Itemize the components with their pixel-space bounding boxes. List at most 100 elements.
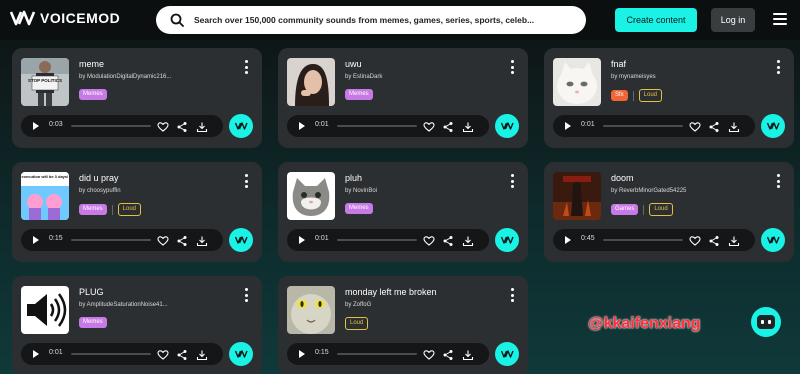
share-icon[interactable]	[708, 234, 720, 246]
share-icon[interactable]	[176, 120, 188, 132]
more-options-icon[interactable]	[776, 60, 780, 74]
play-in-voicemod-button[interactable]	[229, 114, 253, 138]
heart-icon[interactable]	[157, 120, 169, 132]
doom-cover-image[interactable]	[553, 172, 601, 220]
progress-track[interactable]	[71, 125, 151, 127]
search-input[interactable]	[194, 15, 584, 25]
sound-card[interactable]: STOP POLITICS meme by ModulationDigitalD…	[12, 48, 262, 148]
sound-title[interactable]: did u pray	[79, 173, 119, 183]
sound-title[interactable]: PLUG	[79, 287, 104, 297]
sound-author[interactable]: by choosypuffin	[79, 188, 121, 194]
play-icon[interactable]	[565, 122, 571, 130]
tag-games[interactable]: Games	[611, 204, 639, 215]
tag-memes[interactable]: Memes	[79, 204, 107, 215]
play-in-voicemod-button[interactable]	[495, 342, 519, 366]
tag-loud[interactable]: Loud	[345, 317, 369, 330]
tag-memes[interactable]: Memes	[79, 317, 107, 328]
heart-icon[interactable]	[157, 348, 169, 360]
play-icon[interactable]	[33, 350, 39, 358]
login-button[interactable]: Log in	[711, 8, 755, 32]
download-icon[interactable]	[462, 234, 474, 247]
share-icon[interactable]	[176, 234, 188, 246]
progress-track[interactable]	[337, 125, 417, 127]
white-cat-image[interactable]	[553, 58, 601, 106]
cartoon-meme-image[interactable]: execution will be 3 days!	[21, 172, 69, 220]
heart-icon[interactable]	[423, 348, 435, 360]
sound-author[interactable]: by EstinaDark	[345, 74, 382, 80]
download-icon[interactable]	[196, 234, 208, 247]
download-icon[interactable]	[196, 348, 208, 361]
more-options-icon[interactable]	[510, 60, 514, 74]
play-in-voicemod-button[interactable]	[495, 114, 519, 138]
sound-card[interactable]: pluh by NovinBoi Memes 0:01	[278, 162, 528, 262]
voicemod-logo[interactable]: VOICEMOD	[10, 10, 120, 26]
tag-memes[interactable]: Memes	[345, 203, 373, 214]
progress-track[interactable]	[603, 125, 683, 127]
tag-loud[interactable]: Loud	[638, 89, 663, 102]
sound-title[interactable]: monday left me broken	[345, 287, 437, 297]
sound-title[interactable]: fnaf	[611, 59, 626, 69]
play-icon[interactable]	[33, 236, 39, 244]
play-in-voicemod-button[interactable]	[761, 114, 785, 138]
share-icon[interactable]	[442, 120, 454, 132]
play-icon[interactable]	[33, 122, 39, 130]
progress-track[interactable]	[71, 239, 151, 241]
more-options-icon[interactable]	[244, 174, 248, 188]
play-in-voicemod-button[interactable]	[761, 228, 785, 252]
sound-author[interactable]: by ModulationDigitalDynamic216...	[79, 74, 171, 80]
play-in-voicemod-button[interactable]	[229, 228, 253, 252]
sound-card[interactable]: doom by ReverbMinorGated54225 Games Loud …	[544, 162, 794, 262]
sound-card[interactable]: fnaf by mynameisyes Sfx Loud 0:01	[544, 48, 794, 148]
chat-bot-button[interactable]	[751, 307, 781, 337]
sound-card[interactable]: monday left me broken by ZoffoG Loud 0:1…	[278, 276, 528, 374]
play-icon[interactable]	[299, 236, 305, 244]
download-icon[interactable]	[462, 348, 474, 361]
download-icon[interactable]	[728, 234, 740, 247]
play-in-voicemod-button[interactable]	[495, 228, 519, 252]
tag-loud[interactable]: Loud	[117, 203, 142, 216]
more-options-icon[interactable]	[510, 174, 514, 188]
sound-card[interactable]: uwu by EstinaDark Memes 0:01	[278, 48, 528, 148]
share-icon[interactable]	[442, 348, 454, 360]
tag-loud[interactable]: Loud	[649, 203, 673, 216]
more-options-icon[interactable]	[776, 174, 780, 188]
more-options-icon[interactable]	[244, 60, 248, 74]
glowing-eyes-cat-image[interactable]	[287, 286, 335, 334]
download-icon[interactable]	[462, 120, 474, 133]
download-icon[interactable]	[728, 120, 740, 133]
more-options-icon[interactable]	[510, 288, 514, 302]
sound-card[interactable]: PLUG by AmplitudeSaturationNoise41... Me…	[12, 276, 262, 374]
sound-title[interactable]: meme	[79, 59, 104, 69]
play-icon[interactable]	[565, 236, 571, 244]
more-options-icon[interactable]	[244, 288, 248, 302]
sound-title[interactable]: doom	[611, 173, 634, 183]
sound-author[interactable]: by AmplitudeSaturationNoise41...	[79, 302, 168, 308]
protest-sign-image[interactable]: STOP POLITICS	[21, 58, 69, 106]
play-icon[interactable]	[299, 350, 305, 358]
sound-card[interactable]: execution will be 3 days! did u pray by …	[12, 162, 262, 262]
sound-author[interactable]: by ReverbMinorGated54225	[611, 188, 686, 194]
sound-author[interactable]: by mynameisyes	[611, 74, 656, 80]
progress-track[interactable]	[603, 239, 683, 241]
download-icon[interactable]	[196, 120, 208, 133]
tag-memes[interactable]: Memes	[345, 89, 373, 100]
play-icon[interactable]	[299, 122, 305, 130]
heart-icon[interactable]	[157, 234, 169, 246]
create-content-button[interactable]: Create content	[615, 8, 697, 32]
speaker-icon-image[interactable]	[21, 286, 69, 334]
sound-title[interactable]: uwu	[345, 59, 362, 69]
share-icon[interactable]	[176, 348, 188, 360]
sound-author[interactable]: by ZoffoG	[345, 302, 371, 308]
search-bar[interactable]	[156, 6, 586, 34]
heart-icon[interactable]	[423, 234, 435, 246]
cat-image[interactable]	[287, 172, 335, 220]
sound-title[interactable]: pluh	[345, 173, 362, 183]
tag-memes[interactable]: Memes	[79, 89, 107, 100]
girl-photo-image[interactable]	[287, 58, 335, 106]
play-in-voicemod-button[interactable]	[229, 342, 253, 366]
progress-track[interactable]	[71, 353, 151, 355]
tag-sfx[interactable]: Sfx	[611, 90, 628, 101]
heart-icon[interactable]	[689, 120, 701, 132]
share-icon[interactable]	[442, 234, 454, 246]
progress-track[interactable]	[337, 239, 417, 241]
